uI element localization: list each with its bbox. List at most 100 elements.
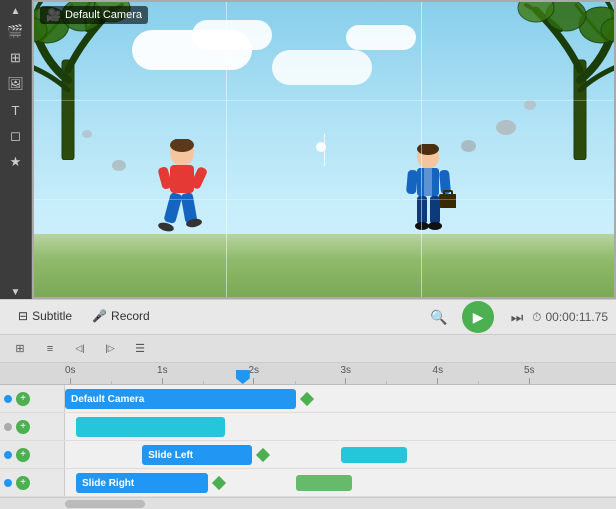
ruler-tick-4s <box>437 378 438 384</box>
ground <box>32 234 616 299</box>
scene-container: 🎥 Default Camera <box>32 0 616 299</box>
play-button[interactable]: ▶ <box>462 301 494 333</box>
timeline-ruler: 0s 1s 2s 3s <box>0 363 616 385</box>
ruler-label-0s: 0s <box>65 365 76 376</box>
track-2-row: + <box>0 413 616 441</box>
toolbar-row: ⊟ Subtitle 🎤 Record 🔍 ▶ ⏭ <box>0 299 616 335</box>
snap-right-button[interactable]: |▷ <box>98 338 122 360</box>
toolbar-right: ⏱ 00:00:11.75 <box>532 310 608 325</box>
layers-icon[interactable]: ⊞ <box>4 46 28 70</box>
ruler-label-2s: 2s <box>248 365 259 376</box>
particle-3 <box>524 100 536 110</box>
bottom-bar: ⊟ Subtitle 🎤 Record 🔍 ▶ ⏭ <box>0 299 616 509</box>
camera-label: 🎥 Default Camera <box>40 6 148 24</box>
slide-left-keyframe[interactable] <box>256 447 270 461</box>
grid-tool-button[interactable]: ⊞ <box>8 338 32 360</box>
ruler-minor-tick-3 <box>295 381 296 384</box>
play-icon: ▶ <box>473 309 484 326</box>
camera-track-add[interactable]: + <box>16 392 30 406</box>
ruler-minor-tick-5 <box>478 381 479 384</box>
default-camera-clip[interactable]: Default Camera <box>65 389 296 409</box>
ruler-mark-3s: 3s <box>341 365 352 384</box>
slide-left-clip[interactable]: Slide Left <box>142 445 252 465</box>
ruler-minor-tick-1 <box>111 381 112 384</box>
cloud-2 <box>192 20 272 50</box>
particle-1 <box>496 120 516 135</box>
track-2-content <box>65 413 616 440</box>
ruler-minor-tick-2 <box>203 381 204 384</box>
slide-right-track-row: + Slide Right <box>0 469 616 497</box>
film-icon[interactable]: 🎬 <box>4 20 28 44</box>
camera-dot <box>4 395 12 403</box>
crosshair-dot <box>316 142 326 152</box>
subtitle-tab[interactable]: ⊟ Subtitle <box>8 305 82 329</box>
ruler-track: 0s 1s 2s 3s <box>65 362 616 384</box>
slide-left-content: Slide Left <box>65 441 616 468</box>
timer-icon: ⏱ <box>532 310 541 325</box>
top-area: ▲ 🎬 ⊞ 🖼 T ◻ ★ ▼ <box>0 0 616 299</box>
ruler-mark-4s: 4s <box>433 365 444 384</box>
slide-left-segment[interactable] <box>341 447 407 463</box>
timeline-scrollbar[interactable] <box>0 497 616 509</box>
ruler-label-5s: 5s <box>524 365 535 376</box>
slide-left-label: + <box>0 441 65 468</box>
shape-icon[interactable]: ◻ <box>4 124 28 148</box>
camera-keyframe-1[interactable] <box>300 391 314 405</box>
ruler-mark-1s: 1s <box>157 365 168 384</box>
camera-icon: 🎥 <box>46 8 61 22</box>
zoom-button[interactable]: 🔍 <box>424 303 454 331</box>
tree-right <box>456 0 616 160</box>
slide-right-clip[interactable]: Slide Right <box>76 473 208 493</box>
sidebar: ▲ 🎬 ⊞ 🖼 T ◻ ★ ▼ <box>0 0 32 299</box>
character-walking <box>152 139 212 239</box>
toolbar-left: ⊟ Subtitle 🎤 Record <box>8 305 424 329</box>
next-button[interactable]: ⏭ <box>502 303 532 331</box>
ruler-tick-2s <box>253 378 254 384</box>
zoom-icon: 🔍 <box>430 309 447 326</box>
align-tool-button[interactable]: ≡ <box>38 338 62 360</box>
record-tab[interactable]: 🎤 Record <box>82 305 160 329</box>
ruler-label-1s: 1s <box>157 365 168 376</box>
cloud-4 <box>346 25 416 50</box>
sidebar-scroll-up[interactable]: ▲ <box>4 4 28 18</box>
slide-right-keyframe[interactable] <box>212 475 226 489</box>
track-2-clip[interactable] <box>76 417 225 437</box>
slide-right-content: Slide Right <box>65 469 616 496</box>
microphone-icon: 🎤 <box>92 309 107 323</box>
image-icon[interactable]: 🖼 <box>4 72 28 96</box>
ruler-tick-1s <box>162 378 163 384</box>
ruler-tick-5s <box>529 378 530 384</box>
slide-left-add[interactable]: + <box>16 448 30 462</box>
scroll-thumb[interactable] <box>65 500 145 508</box>
track-2-add[interactable]: + <box>16 420 30 434</box>
camera-label-text: Default Camera <box>65 9 142 21</box>
text-icon[interactable]: T <box>4 98 28 122</box>
slide-left-dot <box>4 451 12 459</box>
slide-right-label: + <box>0 469 65 496</box>
star-icon[interactable]: ★ <box>4 150 28 174</box>
subtitle-icon: ⊟ <box>18 309 28 323</box>
ruler-minor-tick-4 <box>386 381 387 384</box>
playhead[interactable] <box>236 370 250 384</box>
slide-left-label-text: Slide Left <box>148 450 193 461</box>
sidebar-scroll-down[interactable]: ▼ <box>4 285 28 299</box>
crosshair <box>316 142 332 158</box>
track-2-dot <box>4 423 12 431</box>
list-tool-button[interactable]: ☰ <box>128 338 152 360</box>
camera-track-label: + <box>0 385 65 412</box>
playhead-head <box>236 370 250 384</box>
slide-right-label-text: Slide Right <box>82 478 134 489</box>
time-display: 00:00:11.75 <box>545 310 608 324</box>
ruler-mark-0s: 0s <box>65 365 76 384</box>
slide-right-segment[interactable] <box>296 475 351 491</box>
canvas-area: 🎥 Default Camera <box>32 0 616 299</box>
slide-right-add[interactable]: + <box>16 476 30 490</box>
timeline-tracks: + Default Camera + <box>0 385 616 497</box>
ruler-label-4s: 4s <box>433 365 444 376</box>
subtitle-tab-label: Subtitle <box>32 309 72 323</box>
particle-5 <box>82 130 92 138</box>
snap-left-button[interactable]: ◁| <box>68 338 92 360</box>
track-2-label: + <box>0 413 65 440</box>
timeline-tools: ⊞ ≡ ◁| |▷ ☰ <box>0 335 616 363</box>
default-camera-clip-label: Default Camera <box>71 394 144 405</box>
